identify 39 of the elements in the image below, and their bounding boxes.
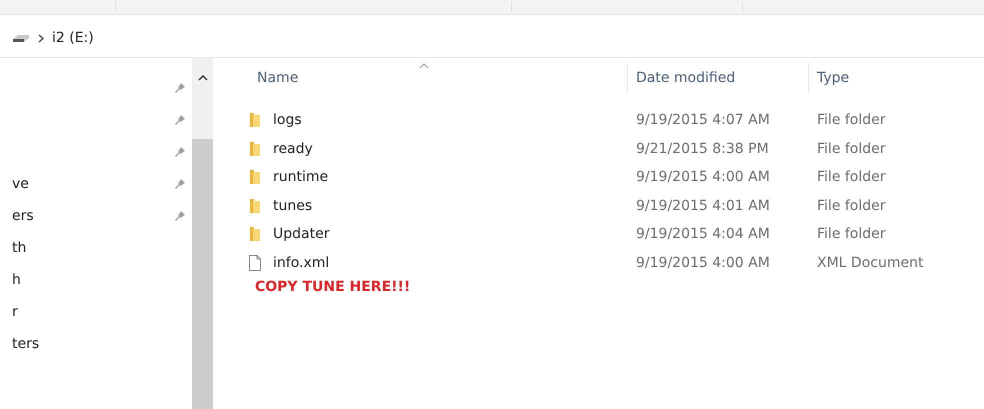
date-cell: 9/19/2015 4:07 AM: [636, 112, 770, 128]
folder-icon: [249, 140, 261, 157]
nav-item[interactable]: ve: [0, 175, 29, 193]
folder-icon: [249, 169, 261, 186]
folder-icon: [249, 198, 261, 214]
nav-item[interactable]: th: [0, 239, 26, 257]
folder-icon: [249, 226, 261, 242]
file-name[interactable]: Updater: [273, 226, 330, 242]
date-cell: 9/19/2015 4:00 AM: [636, 254, 770, 271]
type-cell: File folder: [817, 169, 886, 186]
nav-item[interactable]: r: [0, 303, 18, 321]
scroll-up-icon[interactable]: [198, 74, 208, 81]
date-cell: 9/19/2015 4:01 AM: [636, 198, 770, 214]
column-header[interactable]: Name: [245, 63, 627, 93]
file-name[interactable]: logs: [273, 112, 302, 128]
file-name[interactable]: info.xml: [273, 254, 330, 271]
annotation-text: COPY TUNE HERE!!!: [255, 279, 410, 295]
date-cell: 9/19/2015 4:00 AM: [636, 169, 770, 186]
nav-item[interactable]: ers: [0, 207, 34, 225]
file-name[interactable]: tunes: [273, 198, 312, 214]
drive-icon: [12, 33, 30, 43]
date-cell: 9/21/2015 8:38 PM: [636, 140, 769, 157]
type-cell: File folder: [817, 112, 886, 128]
date-cell: 9/19/2015 4:04 AM: [636, 226, 770, 242]
breadcrumb[interactable]: i2 (E:): [52, 30, 94, 46]
column-header[interactable]: Date modified: [627, 63, 808, 93]
scrollbar[interactable]: [192, 58, 213, 409]
type-cell: File folder: [817, 140, 886, 157]
type-cell: File folder: [817, 226, 886, 242]
document-icon: [249, 254, 261, 271]
column-header[interactable]: Type: [808, 63, 977, 93]
type-cell: XML Document: [817, 254, 924, 271]
nav-item[interactable]: h: [0, 271, 21, 289]
type-cell: File folder: [817, 198, 886, 214]
folder-icon: [249, 112, 261, 128]
file-name[interactable]: ready: [273, 140, 313, 157]
file-name[interactable]: runtime: [273, 169, 328, 186]
nav-item[interactable]: ters: [0, 335, 40, 353]
chevron-icon[interactable]: [38, 34, 44, 42]
